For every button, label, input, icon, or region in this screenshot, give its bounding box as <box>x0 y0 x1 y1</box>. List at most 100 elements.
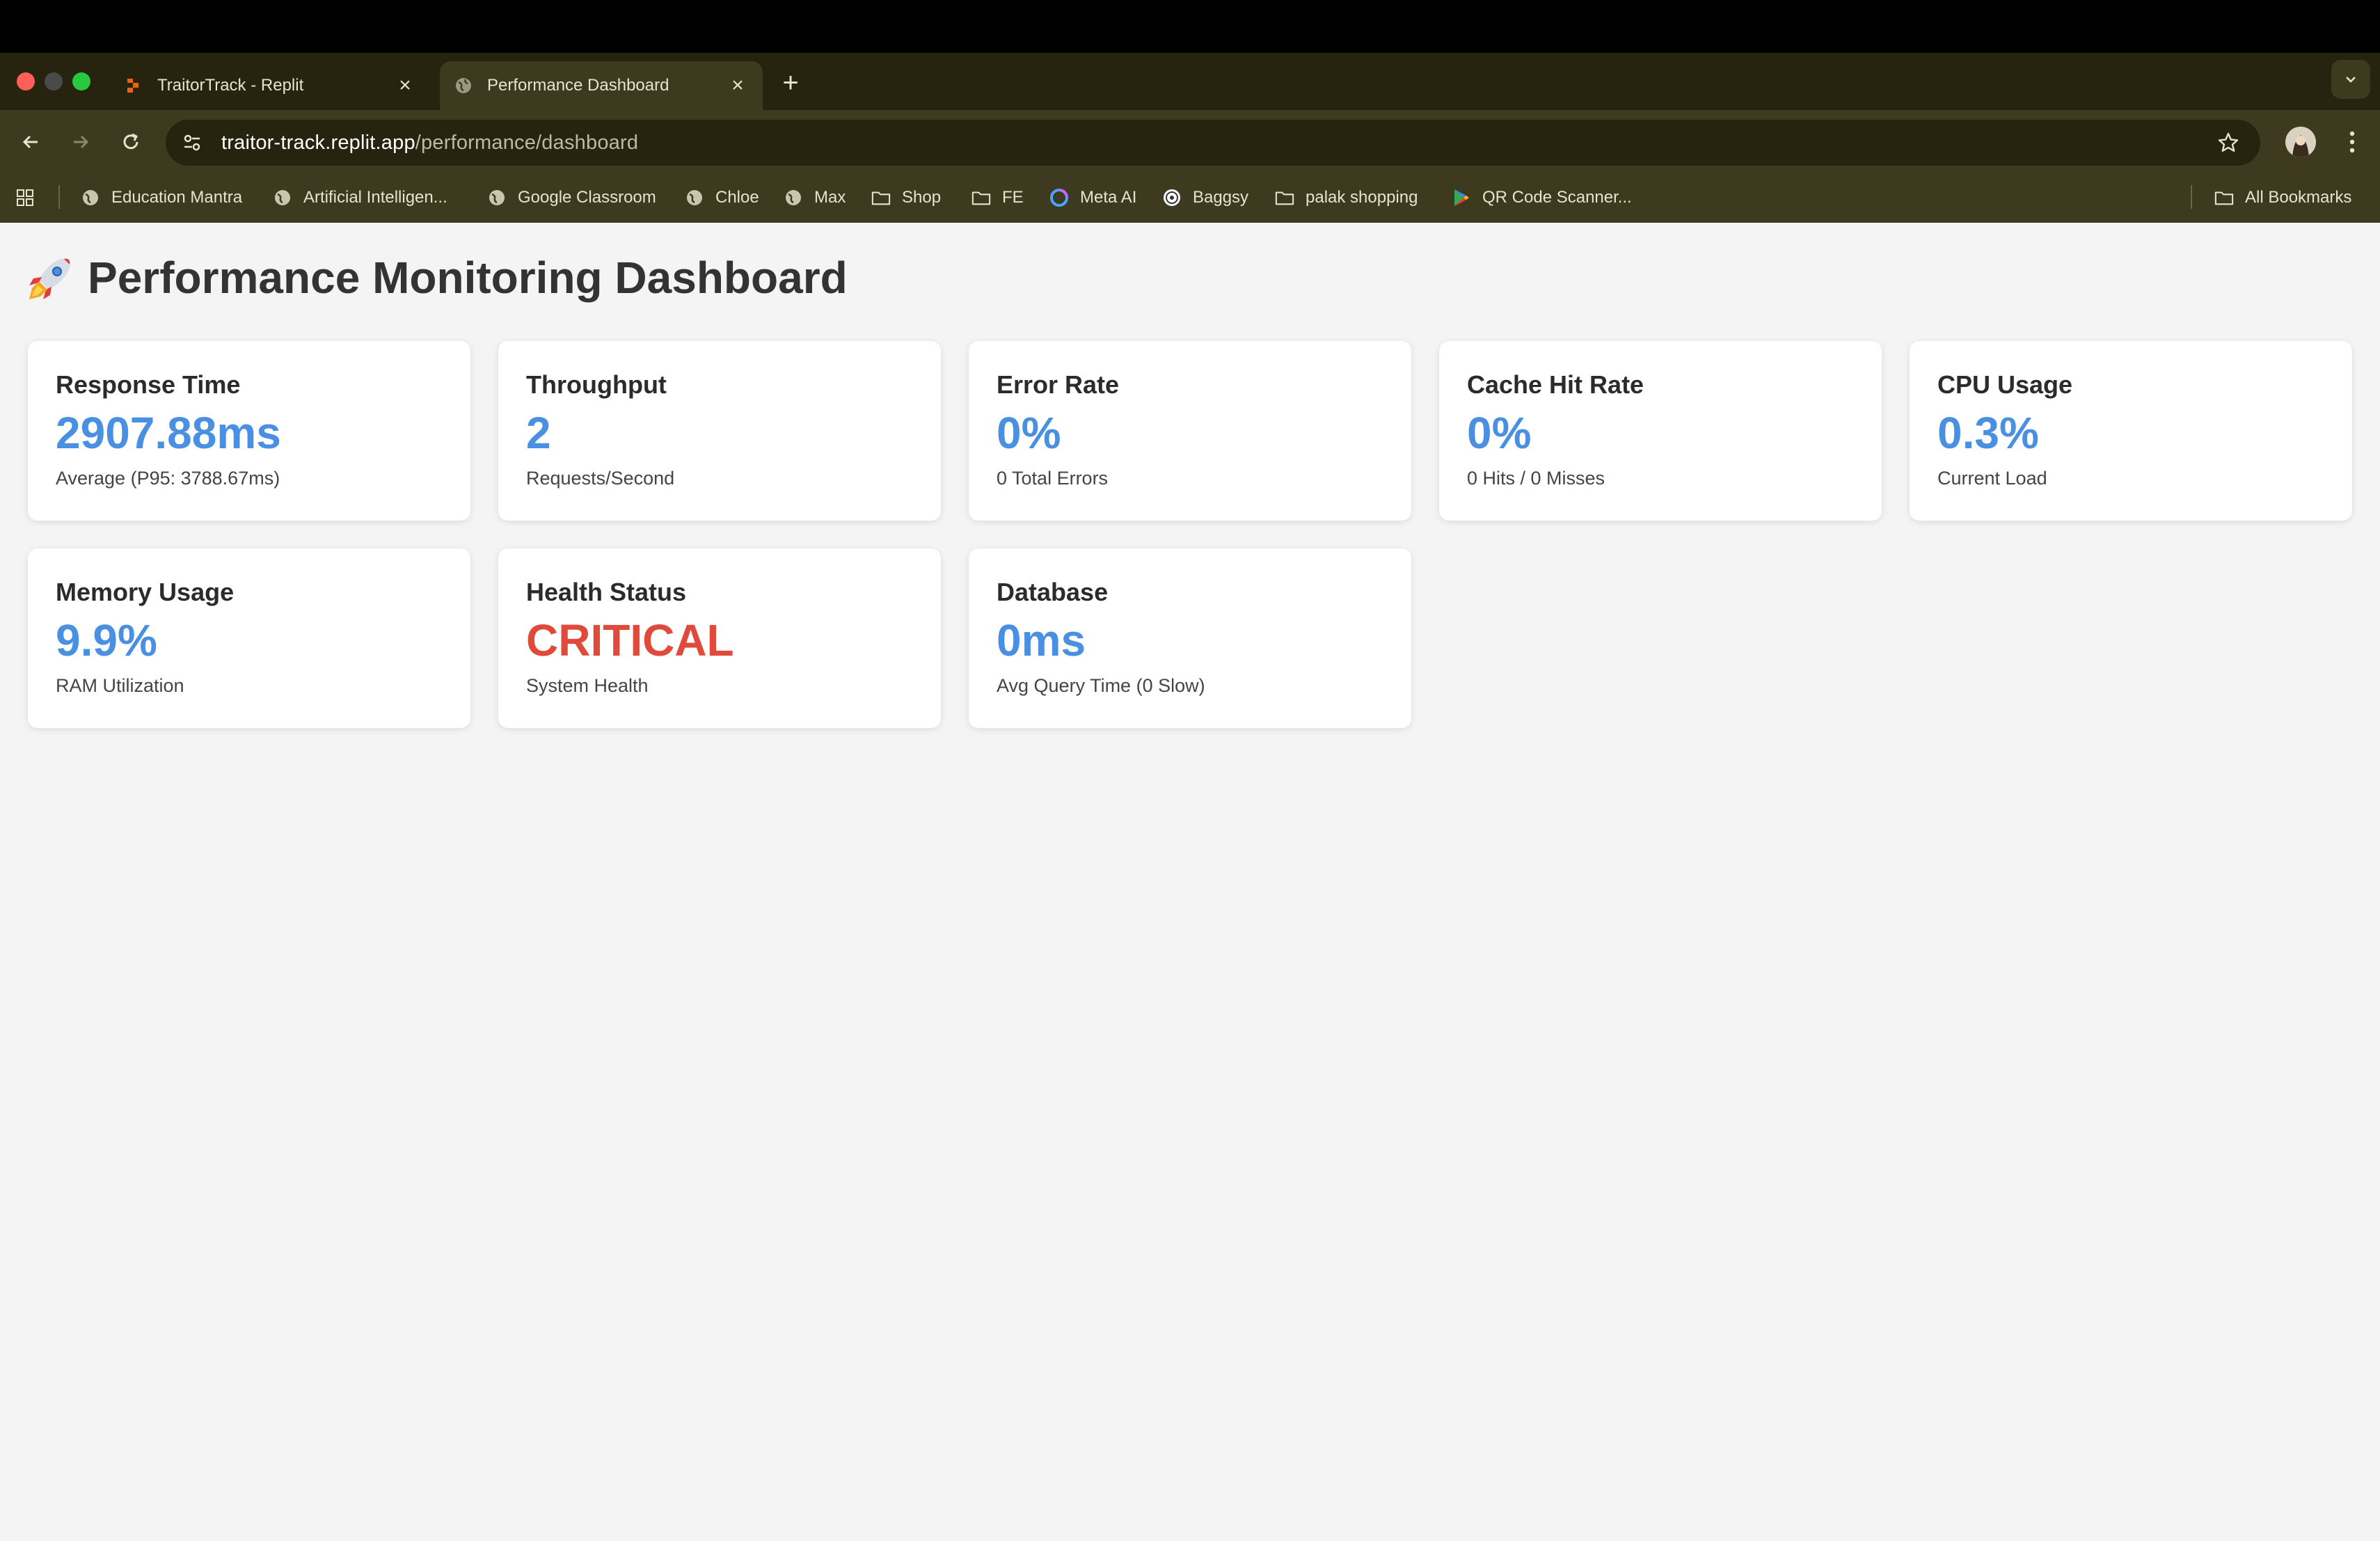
rocket-icon <box>29 258 70 299</box>
apps-button[interactable] <box>15 180 46 216</box>
tab-search-button[interactable] <box>2331 60 2370 99</box>
arrow-right-icon <box>74 135 89 149</box>
bookmark-label: Shop <box>902 188 942 207</box>
globe-icon <box>685 188 704 207</box>
metric-subtext: 0 Hits / 0 Misses <box>1467 468 1605 489</box>
bookmark-chloe[interactable]: Chloe <box>685 180 759 216</box>
metric-card-memory-usage: Memory Usage 9.9% RAM Utilization <box>28 548 470 728</box>
bookmark-label: Artificial Intelligen... <box>303 188 447 207</box>
bookmarks-divider <box>2191 185 2192 209</box>
screen-top-bar <box>0 0 2380 53</box>
profile-avatar[interactable] <box>2285 127 2316 157</box>
bookmark-star-icon[interactable] <box>2214 129 2242 157</box>
globe-icon <box>487 188 507 207</box>
bookmark-google-classroom[interactable]: Google Classroom <box>487 180 656 216</box>
bookmark-label: Education Mantra <box>111 188 243 207</box>
globe-icon <box>81 188 100 207</box>
url-text: traitor-track.replit.app/performance/das… <box>221 132 638 155</box>
metric-label: Throughput <box>526 370 667 399</box>
metric-card-health-status: Health Status CRITICAL System Health <box>498 548 941 728</box>
bookmarks-divider <box>58 185 60 209</box>
bookmark-folder-fe[interactable]: FE <box>971 180 1024 216</box>
metric-subtext: 0 Total Errors <box>997 468 1109 489</box>
apps-grid-icon <box>15 188 35 207</box>
metric-card-database: Database 0ms Avg Query Time (0 Slow) <box>969 548 1411 728</box>
address-bar[interactable]: traitor-track.replit.app/performance/das… <box>166 120 2260 166</box>
minimize-window-button[interactable] <box>45 72 63 90</box>
forward-button[interactable] <box>63 124 99 160</box>
metric-label: Cache Hit Rate <box>1467 370 1644 399</box>
bookmark-label: Baggsy <box>1193 188 1249 207</box>
metric-value: 0ms <box>997 615 1086 665</box>
metric-value: 2907.88ms <box>56 408 281 458</box>
bookmark-label: palak shopping <box>1306 188 1418 207</box>
chevron-down-icon <box>2346 77 2356 83</box>
bookmark-baggsy[interactable]: Baggsy <box>1162 180 1248 216</box>
metric-subtext: Current Load <box>1937 468 2047 489</box>
folder-icon <box>2214 188 2234 207</box>
metric-card-throughput: Throughput 2 Requests/Second <box>498 341 941 521</box>
health-status-value: CRITICAL <box>526 615 734 665</box>
all-bookmarks-button[interactable]: All Bookmarks <box>2214 180 2351 216</box>
bookmark-label: Max <box>814 188 846 207</box>
bookmark-label: Meta AI <box>1080 188 1137 207</box>
globe-icon <box>273 188 292 207</box>
play-store-icon <box>1452 188 1471 207</box>
metric-value: 0.3% <box>1937 408 2039 458</box>
metric-subtext: Average (P95: 3788.67ms) <box>56 468 280 489</box>
tab-title: TraitorTrack - Replit <box>157 76 304 95</box>
metric-label: CPU Usage <box>1937 370 2073 399</box>
new-tab-button[interactable]: + <box>774 66 807 100</box>
metric-value: 2 <box>526 408 551 458</box>
browser-menu-button[interactable] <box>2338 125 2366 159</box>
maximize-window-button[interactable] <box>72 72 90 90</box>
bookmark-max[interactable]: Max <box>784 180 846 216</box>
metric-label: Error Rate <box>997 370 1120 399</box>
close-tab-icon[interactable]: × <box>394 74 416 97</box>
metric-label: Database <box>997 578 1109 606</box>
bookmark-education-mantra[interactable]: Education Mantra <box>81 180 242 216</box>
bookmark-label: FE <box>1002 188 1024 207</box>
metric-value: 0% <box>1467 408 1532 458</box>
bookmark-qr-code-scanner[interactable]: QR Code Scanner... <box>1452 180 1632 216</box>
globe-icon <box>784 188 803 207</box>
tab-title: Performance Dashboard <box>487 76 669 95</box>
close-tab-icon[interactable]: × <box>727 74 749 97</box>
metric-card-response-time: Response Time 2907.88ms Average (P95: 37… <box>28 341 470 521</box>
reload-icon <box>123 133 138 150</box>
page-title: Performance Monitoring Dashboard <box>26 252 848 303</box>
bookmark-meta-ai[interactable]: Meta AI <box>1049 180 1136 216</box>
url-host: traitor-track.replit.app <box>221 131 415 154</box>
all-bookmarks-label: All Bookmarks <box>2245 188 2352 207</box>
reload-button[interactable] <box>113 124 149 160</box>
bookmark-artificial-intelligence[interactable]: Artificial Intelligen... <box>273 180 447 216</box>
arrow-left-icon <box>22 135 38 149</box>
metric-card-cpu-usage: CPU Usage 0.3% Current Load <box>1910 341 2352 521</box>
folder-icon <box>1275 188 1294 207</box>
url-path: /performance/dashboard <box>415 131 639 154</box>
metric-value: 9.9% <box>56 615 157 665</box>
metric-subtext: Avg Query Time (0 Slow) <box>997 675 1205 696</box>
bookmark-label: Google Classroom <box>518 188 656 207</box>
bookmark-label: Chloe <box>715 188 759 207</box>
metric-card-error-rate: Error Rate 0% 0 Total Errors <box>969 341 1411 521</box>
page-title-text: Performance Monitoring Dashboard <box>88 253 848 303</box>
site-settings-icon[interactable] <box>178 129 206 157</box>
replit-icon <box>124 76 143 95</box>
metric-label: Health Status <box>526 578 687 606</box>
close-window-button[interactable] <box>17 72 35 90</box>
bookmark-folder-shop[interactable]: Shop <box>871 180 941 216</box>
metric-subtext: RAM Utilization <box>56 675 184 696</box>
bookmark-folder-palak-shopping[interactable]: palak shopping <box>1275 180 1418 216</box>
metric-label: Memory Usage <box>56 578 235 606</box>
meta-ai-icon <box>1049 188 1069 207</box>
tab-performance-dashboard[interactable]: Performance Dashboard × <box>440 61 763 110</box>
back-button[interactable] <box>13 124 49 160</box>
metric-value: 0% <box>997 408 1061 458</box>
tab-traitortrack-replit[interactable]: TraitorTrack - Replit × <box>110 61 430 110</box>
more-vertical-icon <box>2349 131 2355 153</box>
metric-subtext: Requests/Second <box>526 468 675 489</box>
folder-icon <box>871 188 891 207</box>
metric-subtext: System Health <box>526 675 649 696</box>
bookmark-label: QR Code Scanner... <box>1482 188 1632 207</box>
